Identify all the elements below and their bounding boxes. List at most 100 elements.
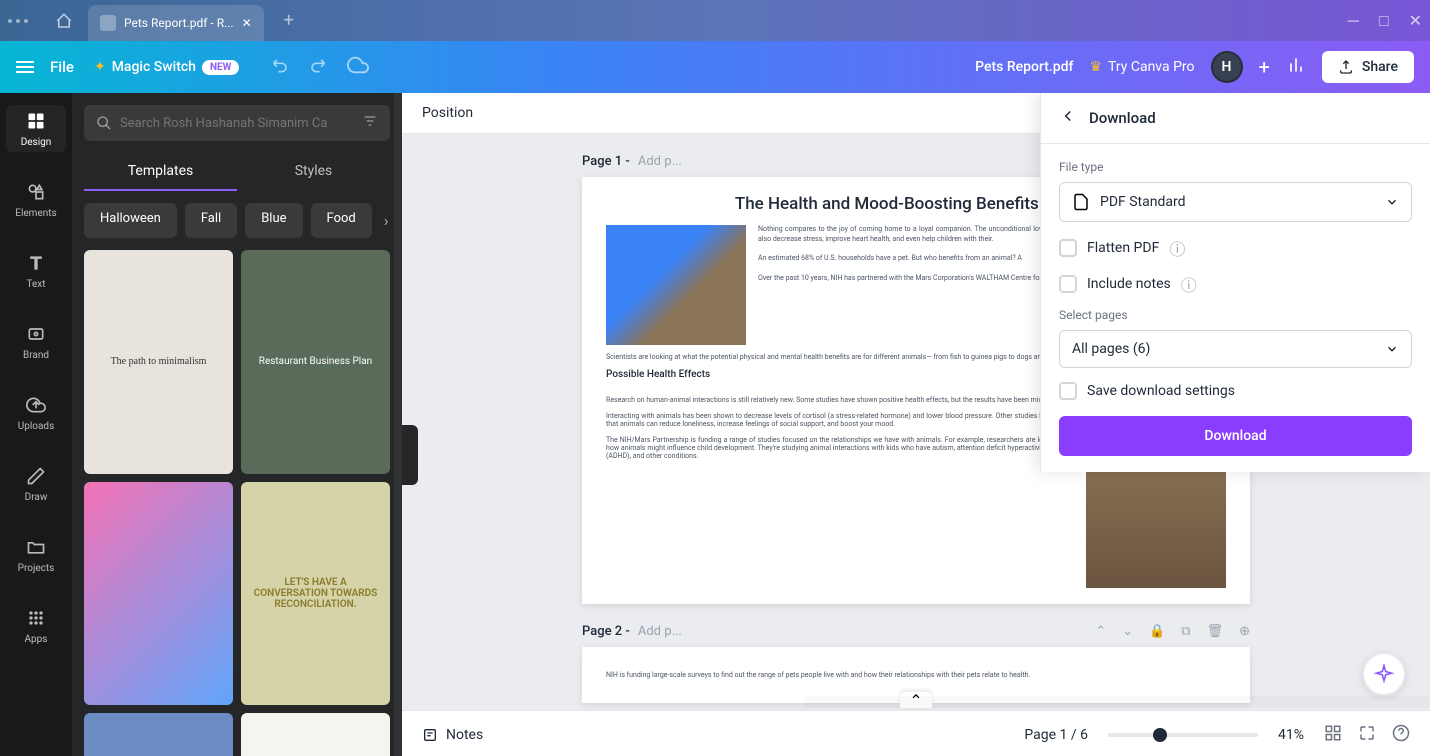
minimize-icon[interactable]: ─: [1348, 11, 1359, 31]
menu-button[interactable]: [16, 61, 34, 73]
redo-button[interactable]: [307, 55, 327, 79]
nav-label: Apps: [25, 634, 48, 645]
notes-button[interactable]: Notes: [422, 727, 483, 743]
magic-switch-button[interactable]: ✦ Magic Switch NEW: [94, 59, 239, 75]
uploads-icon: [24, 393, 48, 417]
chip-food[interactable]: Food: [311, 203, 372, 238]
lock-icon[interactable]: 🔒: [1149, 624, 1165, 639]
chevron-down-icon: [1385, 195, 1399, 209]
nav-design[interactable]: Design: [6, 105, 66, 152]
flatten-pdf-checkbox[interactable]: Flatten PDF ⓘ: [1059, 236, 1412, 260]
text-icon: [24, 251, 48, 275]
nav-brand[interactable]: Brand: [6, 318, 66, 365]
file-type-select[interactable]: PDF Standard: [1059, 182, 1412, 222]
window-menu-icon[interactable]: [8, 19, 28, 23]
chips-more-icon[interactable]: ›: [380, 203, 390, 238]
cloud-sync-icon[interactable]: [347, 54, 369, 80]
download-button[interactable]: Download: [1059, 416, 1412, 456]
maximize-icon[interactable]: □: [1379, 11, 1389, 31]
chip-fall[interactable]: Fall: [185, 203, 237, 238]
file-menu[interactable]: File: [50, 58, 74, 76]
page-label: Page 1 -: [582, 154, 630, 169]
template-card[interactable]: The path to minimalism: [84, 250, 233, 474]
nav-text[interactable]: Text: [6, 247, 66, 294]
chevron-down-icon: [1385, 342, 1399, 356]
include-notes-checkbox[interactable]: Include notes ⓘ: [1059, 272, 1412, 296]
nav-elements[interactable]: Elements: [6, 176, 66, 223]
user-avatar[interactable]: H: [1211, 51, 1243, 83]
document-tab[interactable]: Pets Report.pdf - R... ✕: [88, 5, 264, 41]
page-title-input[interactable]: Add p...: [638, 624, 1087, 639]
back-button[interactable]: [1059, 107, 1077, 129]
template-card[interactable]: The Boogie Days: [241, 713, 390, 756]
add-collaborator-button[interactable]: +: [1259, 55, 1270, 79]
analytics-icon[interactable]: [1286, 55, 1306, 79]
search-filter-icon[interactable]: [362, 113, 378, 133]
pages-value: All pages (6): [1072, 341, 1375, 357]
page-indicator[interactable]: Page 1 / 6: [1024, 727, 1088, 743]
chip-halloween[interactable]: Halloween: [84, 203, 177, 238]
help-icon[interactable]: [1392, 724, 1410, 746]
template-card[interactable]: [84, 482, 233, 706]
tab-styles[interactable]: Styles: [237, 153, 390, 191]
info-icon[interactable]: ⓘ: [1181, 272, 1197, 296]
close-window-icon[interactable]: ✕: [1409, 11, 1422, 31]
page-up-icon[interactable]: ⌃: [1095, 624, 1106, 639]
cat-image: [606, 225, 746, 345]
nav-draw[interactable]: Draw: [6, 460, 66, 507]
search-input[interactable]: [120, 116, 354, 131]
close-tab-icon[interactable]: ✕: [242, 16, 252, 30]
page-down-icon[interactable]: ⌄: [1122, 624, 1133, 639]
brand-icon: [24, 322, 48, 346]
grid-view-icon[interactable]: [1324, 724, 1342, 746]
crown-icon: ✦: [94, 59, 106, 75]
doc-paragraph: The NIH/Mars Partnership is funding a ra…: [606, 436, 1074, 460]
try-pro-label: Try Canva Pro: [1108, 59, 1194, 75]
info-icon[interactable]: ⓘ: [1169, 236, 1185, 260]
nav-label: Design: [21, 137, 52, 148]
bottom-bar: Notes Page 1 / 6 41%: [402, 710, 1430, 756]
add-page-icon[interactable]: ⊕: [1239, 624, 1250, 639]
try-pro-button[interactable]: ♛ Try Canva Pro: [1089, 59, 1194, 75]
tab-templates[interactable]: Templates: [84, 153, 237, 191]
zoom-slider[interactable]: [1108, 733, 1258, 737]
nav-projects[interactable]: Projects: [6, 531, 66, 578]
home-button[interactable]: [48, 5, 80, 37]
collapse-sidebar-handle[interactable]: [402, 425, 418, 485]
document-title[interactable]: Pets Report.pdf: [975, 59, 1073, 75]
undo-button[interactable]: [271, 55, 291, 79]
fullscreen-icon[interactable]: [1358, 724, 1376, 746]
sidebar-scrollbar[interactable]: [394, 93, 402, 756]
chip-blue[interactable]: Blue: [245, 203, 302, 238]
select-pages-label: Select pages: [1059, 308, 1412, 322]
checkbox-icon: [1059, 239, 1077, 257]
nav-label: Elements: [15, 208, 56, 219]
search-icon: [96, 115, 112, 131]
template-card[interactable]: LET'S HAVE A CONVERSATION TOWARDS RECONC…: [241, 482, 390, 706]
nav-apps[interactable]: Apps: [6, 602, 66, 649]
page-2-header: Page 2 - Add p... ⌃ ⌄ 🔒 ⧉ 🗑 ⊕: [582, 624, 1250, 639]
ai-assistant-fab[interactable]: [1362, 652, 1406, 696]
download-panel: Download File type PDF Standard Flatten …: [1040, 93, 1430, 472]
template-card[interactable]: Restaurant Business Plan: [241, 250, 390, 474]
nav-label: Draw: [25, 492, 48, 503]
zoom-thumb[interactable]: [1153, 728, 1167, 742]
template-card[interactable]: Opaline: The Chill Festival: [84, 713, 233, 756]
pages-select[interactable]: All pages (6): [1059, 330, 1412, 368]
nav-label: Projects: [18, 563, 55, 574]
zoom-value[interactable]: 41%: [1278, 727, 1304, 743]
share-label: Share: [1362, 59, 1398, 75]
doc-paragraph: Research on human-animal interactions is…: [606, 396, 1074, 404]
duplicate-icon[interactable]: ⧉: [1181, 624, 1190, 639]
page-label: Page 2 -: [582, 624, 630, 639]
share-button[interactable]: Share: [1322, 51, 1414, 83]
nav-uploads[interactable]: Uploads: [6, 389, 66, 436]
save-settings-checkbox[interactable]: Save download settings: [1059, 382, 1412, 400]
horizontal-scrollbar[interactable]: [804, 696, 1430, 708]
add-tab-button[interactable]: +: [284, 10, 294, 31]
window-titlebar: Pets Report.pdf - R... ✕ + ─ □ ✕: [0, 0, 1430, 41]
canvas-area: Position Page 1 - Add p... ⌃ ⌄ 🔒 ⧉ 🗑 The…: [402, 93, 1430, 756]
search-box[interactable]: [84, 105, 390, 141]
delete-icon[interactable]: 🗑: [1207, 624, 1224, 639]
crown-icon: ♛: [1089, 59, 1102, 75]
